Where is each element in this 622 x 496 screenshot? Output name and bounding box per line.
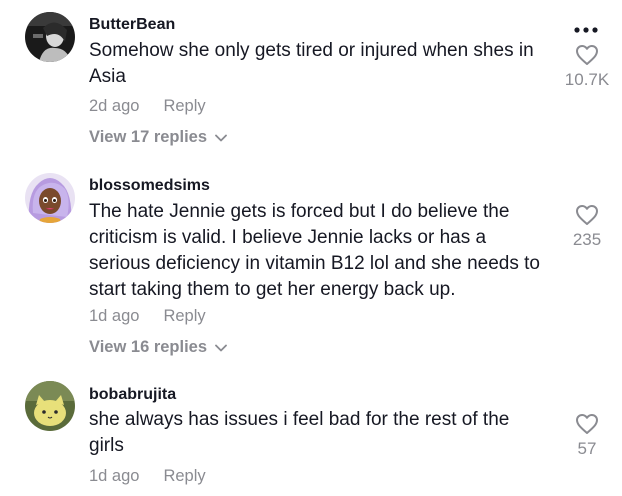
reply-button[interactable]: Reply [163,307,205,325]
comment-text: she always has issues i feel bad for the… [89,409,510,456]
avatar-cartoon-icon[interactable] [25,173,75,223]
more-options-icon[interactable] [571,22,601,33]
comment-meta: 1d ago Reply [89,467,206,486]
comment-time: 1d ago [89,467,140,485]
comment-username[interactable]: ButterBean [89,16,175,34]
heart-outline-icon [576,414,598,434]
like-count: 57 [577,439,597,458]
comment-text: The hate Jennie gets is forced but I do … [89,201,540,300]
avatar-cat-icon[interactable] [25,381,75,431]
avatar-photo-icon[interactable] [25,12,75,62]
comment-username[interactable]: bobabrujita [89,386,176,404]
comment-username[interactable]: blossomedsims [89,177,210,195]
like-count: 10.7K [564,70,610,89]
like-button[interactable]: 57 [552,413,622,459]
reply-button[interactable]: Reply [163,97,205,115]
view-replies-button[interactable]: View 17 replies [89,128,227,147]
comment-meta: 1d ago Reply [89,307,206,326]
comment-time: 2d ago [89,97,140,115]
view-replies-button[interactable]: View 16 replies [89,338,227,357]
heart-outline-icon [576,205,598,225]
reply-button[interactable]: Reply [163,467,205,485]
view-replies-label: View 16 replies [89,338,208,356]
view-replies-label: View 17 replies [89,128,208,146]
like-button[interactable]: 10.7K [552,44,622,90]
like-count: 235 [572,230,602,249]
chevron-down-icon [215,338,227,357]
comment-text: Somehow she only gets tired or injured w… [89,40,534,87]
comment-meta: 2d ago Reply [89,97,206,116]
heart-outline-icon [576,45,598,65]
chevron-down-icon [215,128,227,147]
like-button[interactable]: 235 [552,204,622,250]
comment-time: 1d ago [89,307,140,325]
